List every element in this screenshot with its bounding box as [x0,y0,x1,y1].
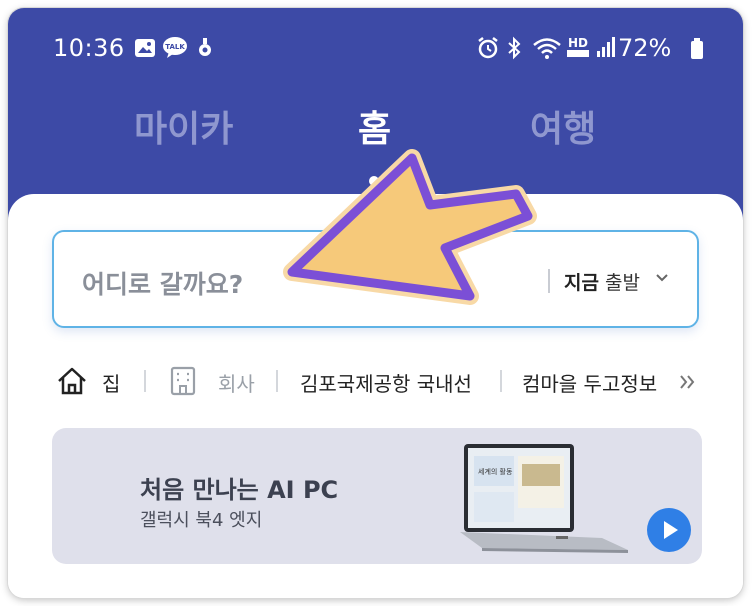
chevron-double-right-icon[interactable] [678,372,696,396]
alarm-icon [476,36,500,64]
promo-banner[interactable]: 처음 만나는 AI PC 갤럭시 북4 엣지 세계의 활동 [52,428,702,564]
place-divider [276,370,278,392]
status-bar: 10:36 TALK HD 72% [8,8,743,88]
play-button[interactable] [647,508,691,552]
building-icon[interactable] [170,366,196,400]
status-time: 10:36 [53,34,125,62]
kakaotalk-icon: TALK [162,36,188,64]
place-home[interactable]: 집 [102,368,120,397]
place-divider [144,370,146,392]
banner-subtitle: 갤럭시 북4 엣지 [140,510,263,531]
active-tab-indicator [369,176,379,186]
search-placeholder: 어디로 갈까요? [82,270,244,299]
battery-percent: 72% [618,34,672,62]
destination-search-box[interactable]: 어디로 갈까요? 지금 출발 [52,230,699,328]
departure-time-selector[interactable]: 지금 출발 [564,268,640,295]
depart-label: 출발 [605,272,640,294]
phone-frame: 10:36 TALK HD 72% 마이카 홈 여행 어디로 갈까요? 지금 출… [8,8,743,598]
talk-badge-text: TALK [165,43,185,51]
bluetooth-icon [506,36,522,64]
tab-travel[interactable]: 여행 [530,100,596,152]
wifi-icon [532,36,562,64]
place-work[interactable]: 회사 [218,368,255,397]
svg-text:HD: HD [568,36,588,50]
place-gimpo-airport[interactable]: 김포국제공항 국내선 [300,368,472,397]
battery-icon [690,38,704,64]
play-icon [664,521,678,539]
signal-icon [596,36,616,62]
tab-mycar[interactable]: 마이카 [134,100,233,152]
gallery-icon [134,38,156,62]
place-recent[interactable]: 컴마을 두고정보 [522,368,668,397]
top-tabs: 마이카 홈 여행 [8,100,743,160]
laptop-image: 세계의 활동 [460,444,628,553]
chevron-down-icon[interactable] [654,269,670,289]
laptop-screen-text: 세계의 활동 [478,467,513,476]
search-divider [548,269,550,293]
banner-title: 처음 만나는 AI PC [140,476,339,504]
depart-now-label: 지금 [564,272,599,294]
hd-voice-icon: HD [564,34,592,64]
home-icon[interactable] [56,366,88,400]
notification-icon [198,36,212,62]
tab-home[interactable]: 홈 [358,100,391,152]
place-divider [500,370,502,392]
saved-places-row: 집 회사 김포국제공항 국내선 컴마을 두고정보 [52,360,704,400]
